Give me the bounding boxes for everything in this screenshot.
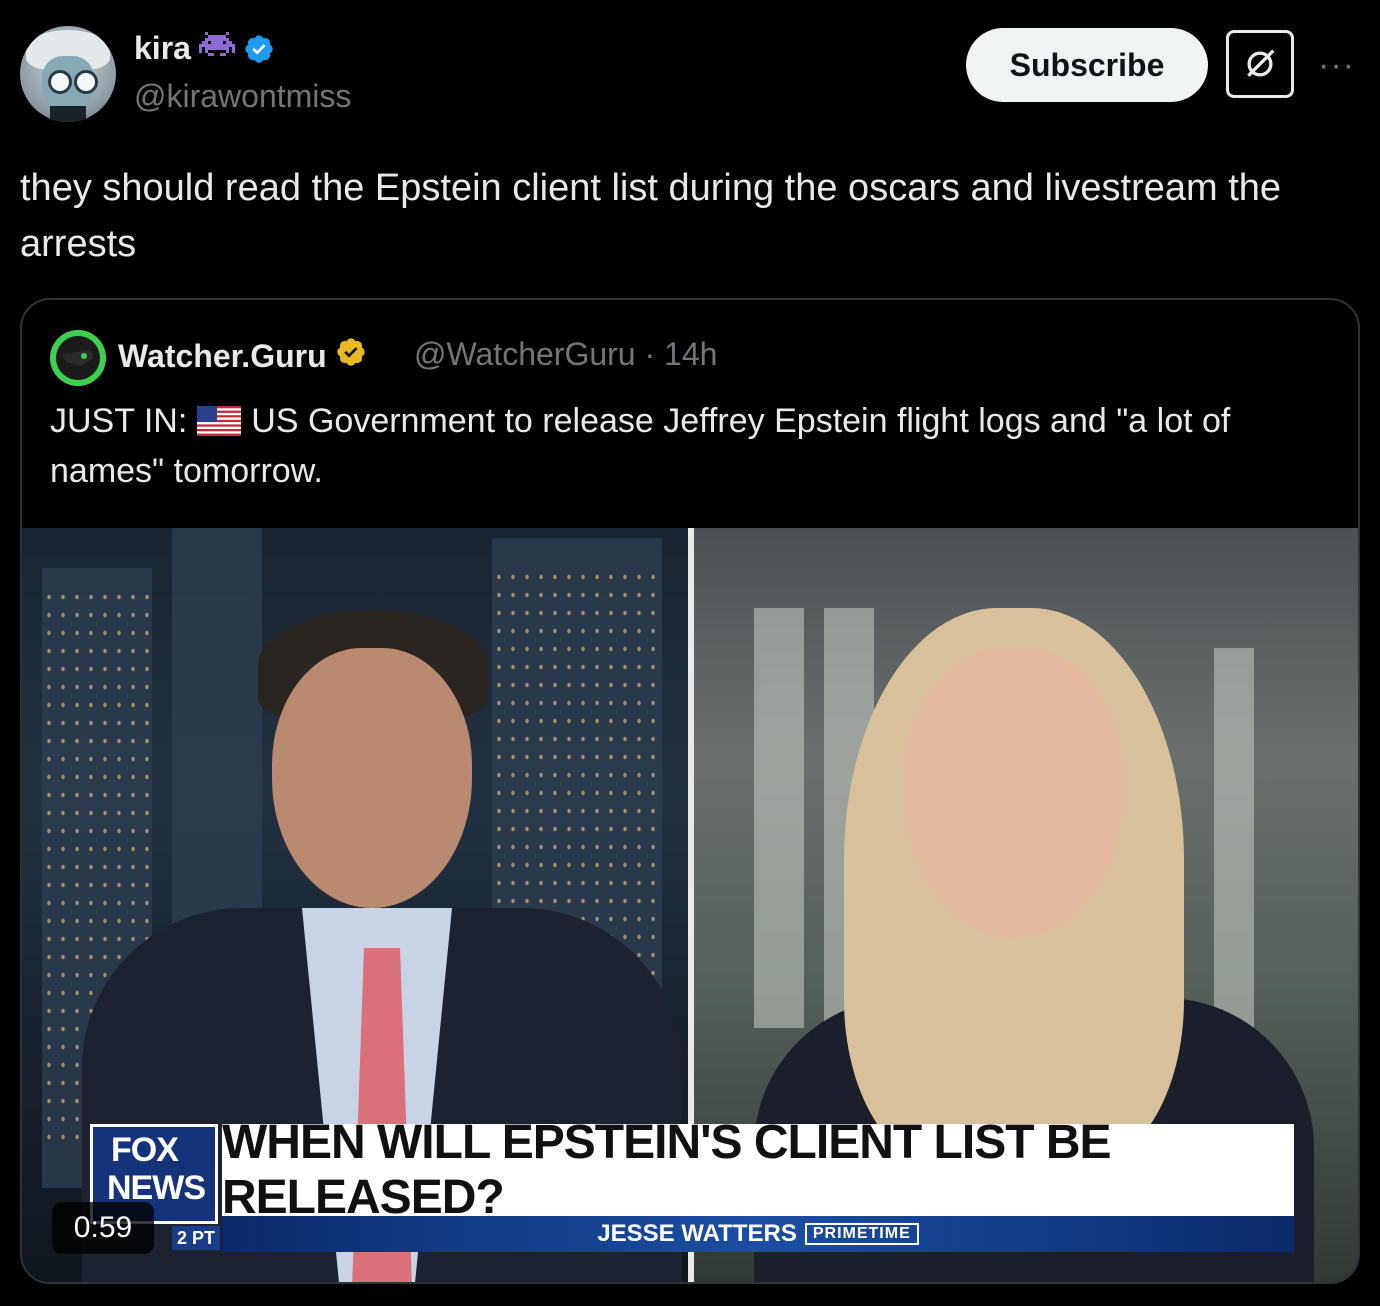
show-name: JESSE WATTERS xyxy=(597,1220,797,1247)
quoted-author-handle-time[interactable]: @WatcherGuru · 14h xyxy=(414,336,717,373)
subscribe-button[interactable]: Subscribe xyxy=(966,28,1208,102)
more-icon[interactable]: ··· xyxy=(1318,46,1355,85)
timezone-badge: 2 PT xyxy=(172,1226,220,1250)
video-player[interactable]: FOX NEWS WHEN WILL EPSTEIN'S CLIENT LIST… xyxy=(22,528,1358,1282)
quoted-author-display-name[interactable]: Watcher.Guru xyxy=(118,338,327,375)
author-handle[interactable]: @kirawontmiss xyxy=(134,78,351,115)
author-avatar[interactable] xyxy=(20,26,116,122)
quoted-author-name-row[interactable]: Watcher.Guru xyxy=(118,336,367,376)
chyron-show-bar: JESSE WATTERS PRIMETIME xyxy=(222,1216,1294,1252)
grok-icon[interactable] xyxy=(1226,30,1294,98)
verified-gold-badge-icon xyxy=(335,336,367,376)
quoted-text-prefix: JUST IN: xyxy=(50,402,188,440)
video-duration: 0:59 xyxy=(52,1202,154,1254)
verified-badge-icon[interactable] xyxy=(243,33,275,65)
author-display-name[interactable]: kira xyxy=(134,30,191,67)
quoted-author-avatar[interactable] xyxy=(50,330,106,386)
show-suffix: PRIMETIME xyxy=(804,1223,919,1245)
author-name-row[interactable]: kira xyxy=(134,30,275,67)
quoted-tweet-text: JUST IN: US Government to release Jeffre… xyxy=(50,396,1330,496)
us-flag-icon xyxy=(197,400,242,436)
tweet-page: kira @kirawontmiss Subscribe ··· they sh… xyxy=(0,0,1380,1306)
quoted-tweet[interactable]: Watcher.Guru @WatcherGuru · 14h JUST IN: xyxy=(20,298,1360,1284)
alien-monster-icon xyxy=(198,31,235,66)
tweet-text: they should read the Epstein client list… xyxy=(20,167,1282,265)
chyron-headline: WHEN WILL EPSTEIN'S CLIENT LIST BE RELEA… xyxy=(222,1116,1294,1224)
